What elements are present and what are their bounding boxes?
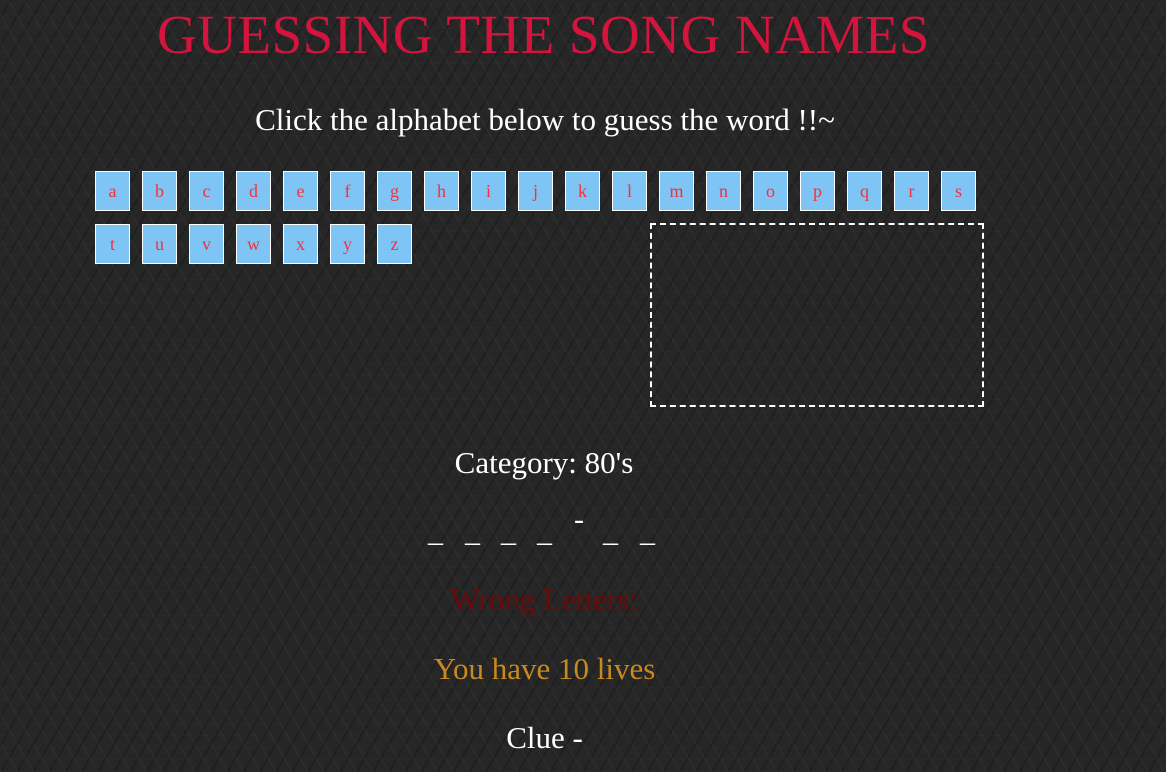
word-separator: - xyxy=(574,503,584,536)
letter-button-r[interactable]: r xyxy=(894,171,929,211)
letter-button-z[interactable]: z xyxy=(377,224,412,264)
letter-button-p[interactable]: p xyxy=(800,171,835,211)
category-label: Category: 80's xyxy=(454,445,634,480)
letter-button-v[interactable]: v xyxy=(189,224,224,264)
letter-button-u[interactable]: u xyxy=(142,224,177,264)
letter-button-l[interactable]: l xyxy=(612,171,647,211)
wrong-letters-label: Wrong Letters: xyxy=(450,582,638,617)
word-slot: _ xyxy=(428,515,443,548)
word-slot: _ xyxy=(640,515,655,548)
letter-button-b[interactable]: b xyxy=(142,171,177,211)
hangman-canvas xyxy=(650,223,984,407)
clue-label: Clue - xyxy=(506,720,583,755)
word-slot: _ xyxy=(501,515,516,548)
letter-button-h[interactable]: h xyxy=(424,171,459,211)
letter-button-t[interactable]: t xyxy=(95,224,130,264)
instructions-text: Click the alphabet below to guess the wo… xyxy=(255,102,835,137)
word-slot: _ xyxy=(465,515,480,548)
letter-button-q[interactable]: q xyxy=(847,171,882,211)
letter-button-o[interactable]: o xyxy=(753,171,788,211)
letter-button-c[interactable]: c xyxy=(189,171,224,211)
lives-counter: You have 10 lives xyxy=(433,651,656,686)
letter-button-k[interactable]: k xyxy=(565,171,600,211)
letter-button-w[interactable]: w xyxy=(236,224,271,264)
letter-button-x[interactable]: x xyxy=(283,224,318,264)
letter-button-n[interactable]: n xyxy=(706,171,741,211)
letter-button-g[interactable]: g xyxy=(377,171,412,211)
letter-button-m[interactable]: m xyxy=(659,171,694,211)
letter-button-f[interactable]: f xyxy=(330,171,365,211)
letter-button-s[interactable]: s xyxy=(941,171,976,211)
letter-button-y[interactable]: y xyxy=(330,224,365,264)
letter-button-d[interactable]: d xyxy=(236,171,271,211)
word-slot: _ xyxy=(537,515,552,548)
word-slot: _ xyxy=(603,515,618,548)
letter-button-a[interactable]: a xyxy=(95,171,130,211)
letter-button-e[interactable]: e xyxy=(283,171,318,211)
letter-button-j[interactable]: j xyxy=(518,171,553,211)
page-title: GUESSING THE SONG NAMES xyxy=(157,4,930,65)
letter-button-i[interactable]: i xyxy=(471,171,506,211)
